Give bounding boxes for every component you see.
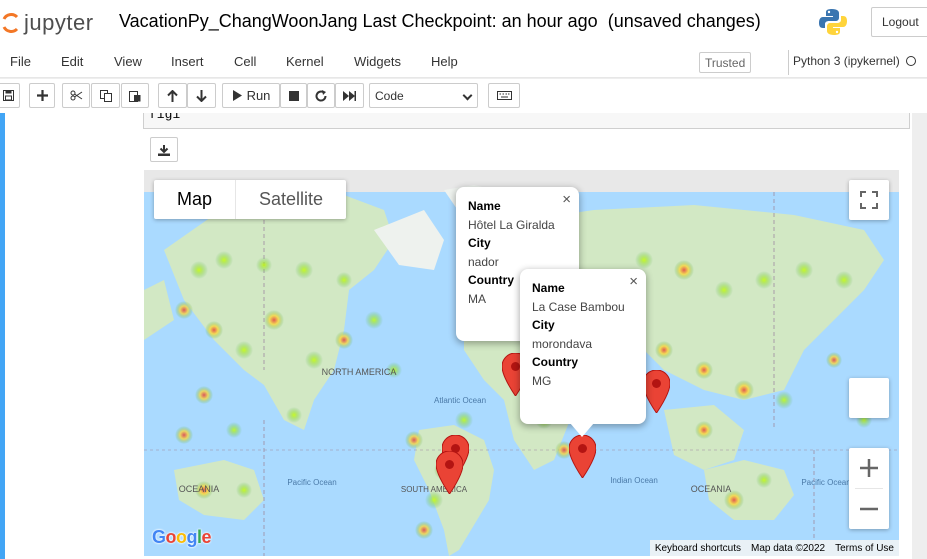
terms-of-use-link[interactable]: Terms of Use bbox=[830, 543, 899, 554]
zoom-control bbox=[849, 448, 889, 529]
label-indian-ocean: Indian Ocean bbox=[610, 476, 658, 485]
menu-insert[interactable]: Insert bbox=[171, 54, 204, 69]
save-icon bbox=[2, 90, 14, 101]
command-palette-button[interactable] bbox=[488, 83, 520, 108]
restart-run-all-button[interactable] bbox=[335, 83, 364, 108]
copy-icon bbox=[99, 89, 112, 102]
minus-icon bbox=[860, 507, 878, 511]
hotel-name: Hôtel La Giralda bbox=[468, 217, 555, 232]
restart-icon bbox=[315, 89, 327, 102]
logo-text: jupyter bbox=[24, 10, 94, 35]
menu-kernel[interactable]: Kernel bbox=[286, 54, 324, 69]
info-window-bambou: × Name La Case Bambou City morondava Cou… bbox=[520, 269, 646, 437]
map-marker[interactable] bbox=[436, 451, 463, 494]
download-button[interactable] bbox=[150, 137, 178, 162]
close-icon[interactable]: × bbox=[629, 273, 638, 290]
cell-type-value: Code bbox=[375, 89, 404, 103]
run-label: Run bbox=[246, 88, 271, 103]
city-label: City bbox=[532, 318, 555, 332]
play-icon bbox=[232, 90, 242, 101]
menubar: File Edit View Insert Cell Kernel Widget… bbox=[0, 46, 927, 78]
city-label: City bbox=[468, 236, 491, 250]
move-up-button[interactable] bbox=[158, 83, 187, 108]
jupyter-logo[interactable]: jupyter bbox=[0, 8, 94, 38]
cut-icon bbox=[70, 90, 82, 101]
insert-cell-button[interactable] bbox=[29, 83, 55, 108]
label-oceania-left: OCEANIA bbox=[179, 484, 220, 494]
copy-button[interactable] bbox=[91, 83, 120, 108]
hotel-name: La Case Bambou bbox=[532, 299, 625, 314]
fullscreen-icon bbox=[860, 191, 878, 209]
menu-cell[interactable]: Cell bbox=[234, 54, 256, 69]
jupyter-logo-icon bbox=[2, 13, 19, 33]
map-type-map-button[interactable]: Map bbox=[154, 180, 237, 219]
country-label: Country bbox=[532, 355, 578, 369]
google-map[interactable]: NORTH AMERICA Atlantic Ocean SOUTH AMERI… bbox=[144, 170, 899, 556]
toolbar: Run Code bbox=[0, 79, 927, 113]
plus-icon bbox=[860, 459, 878, 477]
menu-view[interactable]: View bbox=[114, 54, 142, 69]
label-oceania-right: OCEANIA bbox=[691, 484, 732, 494]
label-pacific-right: Pacific Ocean bbox=[801, 478, 850, 487]
move-down-button[interactable] bbox=[187, 83, 216, 108]
map-type-satellite-button[interactable]: Satellite bbox=[236, 180, 346, 219]
zoom-in-button[interactable] bbox=[849, 448, 889, 488]
arrow-down-icon bbox=[196, 89, 207, 102]
logout-button[interactable]: Logout bbox=[871, 7, 927, 37]
map-type-control: Map Satellite bbox=[154, 180, 347, 219]
menu-file[interactable]: File bbox=[10, 54, 31, 69]
kernel-indicator: Python 3 (ipykernel) bbox=[788, 50, 916, 75]
country-code: MG bbox=[532, 373, 552, 388]
fullscreen-button[interactable] bbox=[849, 180, 889, 220]
paste-button[interactable] bbox=[121, 83, 149, 108]
name-label: Name bbox=[532, 281, 565, 295]
notebook-content: fig1 NORTH AMERICA Atlantic Ocean SOUTH … bbox=[0, 113, 927, 559]
notebook-name[interactable]: VacationPy_ChangWoonJang bbox=[119, 11, 358, 31]
run-button[interactable]: Run bbox=[222, 83, 280, 108]
name-label: Name bbox=[468, 199, 501, 213]
python-logo-icon bbox=[819, 9, 847, 35]
menu-edit[interactable]: Edit bbox=[61, 54, 83, 69]
label-atlantic: Atlantic Ocean bbox=[434, 396, 486, 405]
street-view-button[interactable] bbox=[849, 378, 889, 418]
city-name: morondava bbox=[532, 336, 593, 351]
code-input-tail[interactable]: fig1 bbox=[143, 113, 910, 129]
cut-button[interactable] bbox=[62, 83, 90, 108]
map-data-label: Map data ©2022 bbox=[751, 542, 826, 554]
arrow-up-icon bbox=[167, 89, 178, 102]
kernel-idle-icon bbox=[905, 56, 916, 66]
menu-help[interactable]: Help bbox=[431, 54, 458, 69]
stop-icon bbox=[288, 90, 299, 101]
keyboard-icon bbox=[496, 91, 512, 100]
fast-forward-icon bbox=[343, 90, 356, 101]
paste-icon bbox=[129, 90, 141, 102]
map-attribution: Keyboard shortcuts Map data ©2022 Terms … bbox=[649, 540, 899, 556]
menu-widgets[interactable]: Widgets bbox=[354, 54, 401, 69]
label-pacific-left: Pacific Ocean bbox=[287, 478, 336, 487]
close-icon[interactable]: × bbox=[562, 191, 571, 208]
interrupt-button[interactable] bbox=[280, 83, 307, 108]
download-icon bbox=[158, 144, 170, 156]
chevron-down-icon bbox=[462, 90, 473, 101]
cell-type-select[interactable]: Code bbox=[369, 83, 478, 108]
unsaved-indicator: (unsaved changes) bbox=[607, 11, 761, 31]
label-north-america: NORTH AMERICA bbox=[322, 367, 397, 377]
notebook-title: VacationPy_ChangWoonJang Last Checkpoint… bbox=[119, 11, 761, 32]
checkpoint-status: Last Checkpoint: an hour ago bbox=[362, 11, 598, 31]
google-logo[interactable]: Google bbox=[152, 527, 212, 548]
notebook-header: jupyter VacationPy_ChangWoonJang Last Ch… bbox=[0, 0, 927, 46]
restart-button[interactable] bbox=[307, 83, 335, 108]
map-marker[interactable] bbox=[643, 370, 670, 413]
zoom-out-button[interactable] bbox=[849, 489, 889, 529]
map-marker[interactable] bbox=[569, 435, 596, 478]
keyboard-shortcuts-link[interactable]: Keyboard shortcuts bbox=[650, 543, 746, 554]
plus-icon bbox=[36, 90, 48, 101]
kernel-name: Python 3 (ipykernel) bbox=[793, 54, 900, 68]
save-button[interactable] bbox=[0, 83, 20, 108]
info-window-tail bbox=[570, 423, 594, 437]
trusted-indicator[interactable]: Trusted bbox=[699, 52, 752, 73]
